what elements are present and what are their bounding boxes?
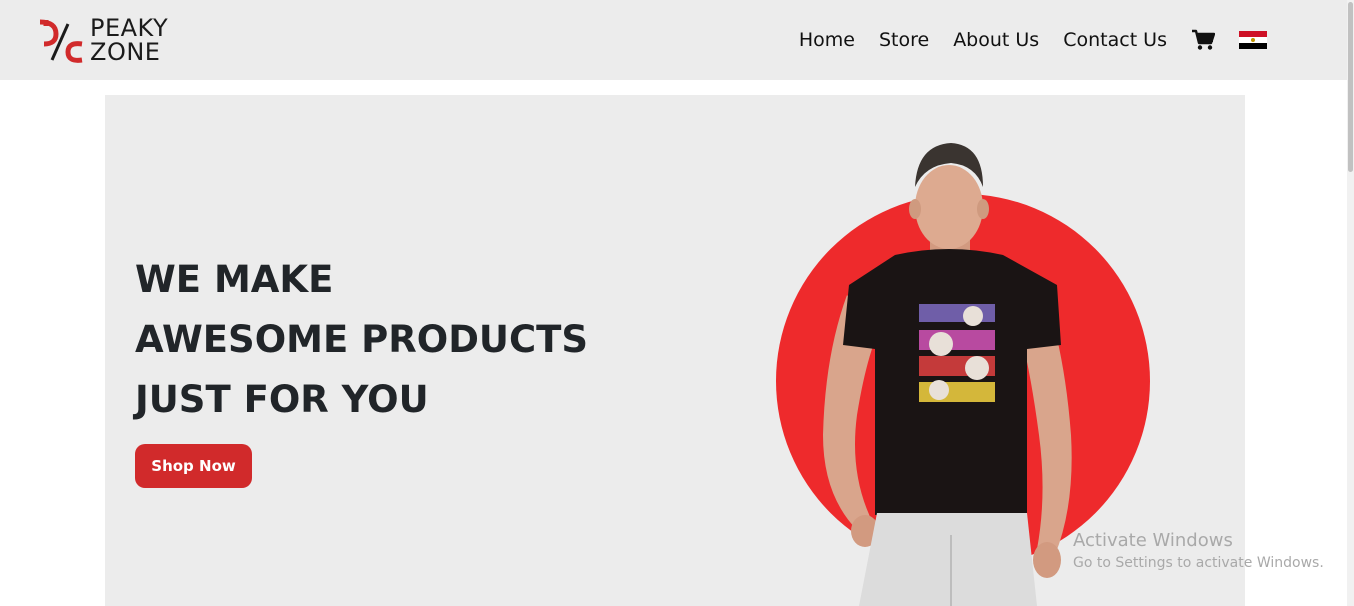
- nav-about-link[interactable]: About Us: [953, 29, 1039, 51]
- cart-icon[interactable]: [1191, 29, 1215, 51]
- model-right-ear: [977, 199, 989, 219]
- brand-name: PEAKY ZONE: [90, 16, 168, 64]
- model-sweatpants: [859, 513, 1037, 606]
- nav-contact-link[interactable]: Contact Us: [1063, 29, 1167, 51]
- navbar: PEAKY ZONE Home Store About Us Contact U…: [0, 0, 1347, 80]
- hero-headline-line-1: WE MAKE: [135, 258, 334, 301]
- watermark-title: Activate Windows: [1073, 530, 1233, 551]
- hero-headline-line-2: AWESOME PRODUCTS: [135, 318, 588, 361]
- main-nav: Home Store About Us Contact Us: [775, 0, 1267, 80]
- hero-headline-line-3: JUST FOR YOU: [135, 378, 429, 421]
- model-head: [915, 165, 983, 249]
- brand-logo[interactable]: PEAKY ZONE: [38, 14, 168, 66]
- brand-line-2: ZONE: [90, 38, 161, 66]
- egypt-flag-icon[interactable]: [1239, 30, 1267, 50]
- watermark-subtitle: Go to Settings to activate Windows.: [1073, 555, 1324, 571]
- scrollbar[interactable]: [1347, 0, 1354, 606]
- nav-home-link[interactable]: Home: [799, 29, 855, 51]
- windows-activation-watermark: Activate Windows Go to Settings to activ…: [1073, 530, 1324, 574]
- nav-store-link[interactable]: Store: [879, 29, 929, 51]
- scrollbar-thumb[interactable]: [1348, 2, 1353, 172]
- tshirt-graphic: [915, 290, 997, 410]
- brand-line-1: PEAKY: [90, 14, 169, 42]
- logo-mark-icon: [39, 19, 83, 63]
- shop-now-button[interactable]: Shop Now: [135, 444, 252, 488]
- hero-headline: WE MAKE AWESOME PRODUCTS JUST FOR YOU: [135, 250, 588, 430]
- model-right-hand: [1033, 542, 1061, 578]
- model-left-ear: [909, 199, 921, 219]
